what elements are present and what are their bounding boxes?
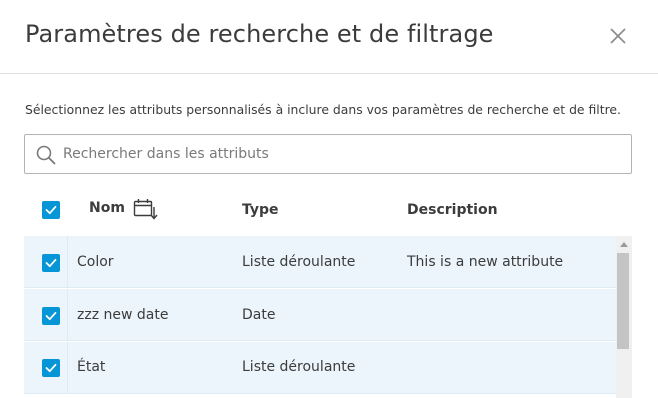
table-row[interactable]: Color Liste déroulante This is a new att… (24, 236, 616, 288)
column-divider (67, 236, 68, 288)
checkmark-icon (45, 363, 57, 373)
table-header: Nom Type Description (24, 189, 632, 235)
close-button[interactable] (604, 22, 632, 50)
search-input[interactable] (63, 135, 623, 173)
cell-name: État (77, 359, 106, 375)
cell-description: This is a new attribute (407, 254, 564, 270)
scroll-up-arrow-icon[interactable] (620, 242, 628, 247)
vertical-scrollbar[interactable] (616, 236, 632, 398)
column-header-description[interactable]: Description (407, 202, 498, 218)
row-checkbox[interactable] (42, 254, 60, 272)
scrollbar-thumb[interactable] (617, 253, 629, 349)
dialog-header: Paramètres de recherche et de filtrage (0, 0, 658, 74)
column-divider (67, 289, 68, 341)
dialog-description: Sélectionnez les attributs personnalisés… (25, 102, 621, 117)
column-header-name[interactable]: Nom (89, 200, 125, 216)
row-checkbox[interactable] (42, 307, 60, 325)
table-row[interactable]: zzz new date Date (24, 289, 616, 341)
select-all-checkbox[interactable] (42, 201, 60, 219)
column-divider (67, 342, 68, 394)
search-icon (36, 145, 56, 165)
search-box[interactable] (24, 134, 632, 174)
cell-name: zzz new date (77, 307, 169, 323)
checkmark-icon (45, 311, 57, 321)
table-body: Color Liste déroulante This is a new att… (24, 236, 632, 398)
cell-name: Color (77, 254, 114, 270)
row-checkbox[interactable] (42, 359, 60, 377)
cell-type: Liste déroulante (242, 359, 356, 375)
dialog-title: Paramètres de recherche et de filtrage (25, 20, 494, 48)
cell-type: Liste déroulante (242, 254, 356, 270)
column-header-type[interactable]: Type (242, 202, 279, 218)
checkmark-icon (45, 258, 57, 268)
close-icon (610, 28, 626, 44)
calendar-sort-icon[interactable] (133, 198, 159, 220)
checkmark-icon (45, 205, 57, 215)
cell-type: Date (242, 307, 276, 323)
table-row[interactable]: État Liste déroulante (24, 342, 616, 394)
